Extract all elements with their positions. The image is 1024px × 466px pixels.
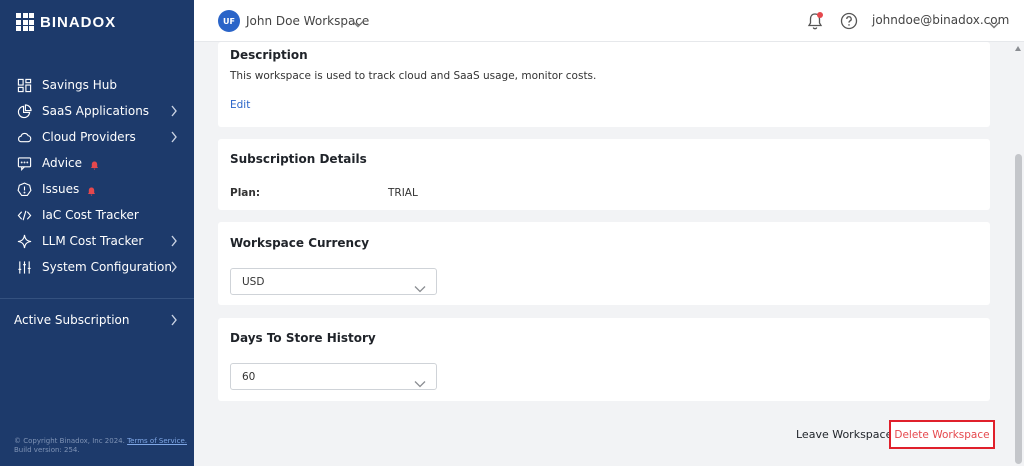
plan-value: TRIAL <box>388 187 418 199</box>
description-text: This workspace is used to track cloud an… <box>230 70 597 82</box>
workspace-avatar[interactable]: UF <box>218 10 240 32</box>
top-header: UF John Doe Workspace johndoe@binadox.co… <box>194 0 1024 42</box>
sidebar-item-label: SaaS Applications <box>42 104 150 118</box>
chevron-down-icon <box>414 278 426 293</box>
scrollbar-thumb[interactable] <box>1015 154 1022 464</box>
currency-select-value: USD <box>242 276 265 288</box>
sidebar-item-advice[interactable]: Advice <box>0 150 194 176</box>
chat-icon <box>16 155 32 171</box>
cloud-icon <box>16 129 32 145</box>
notification-bell-icon[interactable] <box>806 11 824 31</box>
description-card: Description This workspace is used to tr… <box>218 42 990 127</box>
description-title: Description <box>230 48 308 62</box>
chevron-down-icon <box>414 373 426 388</box>
subscription-details-card: Subscription Details Plan: TRIAL <box>218 139 990 210</box>
workspace-currency-title: Workspace Currency <box>230 236 370 250</box>
chevron-right-icon <box>170 235 178 247</box>
sidebar-item-label: System Configuration <box>42 260 172 274</box>
sidebar-item-label: Issues <box>42 182 80 196</box>
terms-of-service-link[interactable]: Terms of Service. <box>127 437 187 445</box>
sidebar-item-issues[interactable]: Issues <box>0 176 194 202</box>
history-days-select-value: 60 <box>242 371 256 383</box>
chevron-right-icon <box>170 261 178 273</box>
chevron-right-icon <box>170 314 178 326</box>
scroll-up-arrow-icon[interactable] <box>1015 46 1021 51</box>
sidebar-item-label: LLM Cost Tracker <box>42 234 144 248</box>
sidebar-item-iac-cost-tracker[interactable]: IaC Cost Tracker <box>0 202 194 228</box>
chevron-right-icon <box>170 131 178 143</box>
workspace-currency-card: Workspace Currency USD <box>218 222 990 305</box>
edit-description-link[interactable]: Edit <box>230 99 250 111</box>
currency-select[interactable]: USD <box>230 268 437 295</box>
code-icon <box>16 207 32 223</box>
delete-workspace-button[interactable]: Delete Workspace <box>889 420 995 449</box>
pie-chart-icon <box>16 103 32 119</box>
brand-logo[interactable]: BINADOX <box>16 13 116 31</box>
sidebar-item-savings-hub[interactable]: Savings Hub <box>0 72 194 98</box>
sidebar-footer: © Copyright Binadox, Inc 2024. Terms of … <box>14 437 187 455</box>
history-retention-card: Days To Store History 60 <box>218 318 990 401</box>
alert-bell-icon <box>87 185 96 196</box>
workspace-switcher[interactable]: John Doe Workspace <box>246 14 369 28</box>
help-icon[interactable] <box>840 12 858 30</box>
warning-icon <box>16 181 32 197</box>
sidebar-item-system-configuration[interactable]: System Configuration <box>0 254 194 280</box>
sidebar-item-label: IaC Cost Tracker <box>42 208 139 222</box>
subscription-details-title: Subscription Details <box>230 152 367 166</box>
sliders-icon <box>16 259 32 275</box>
build-version: Build version: 254. <box>14 446 80 454</box>
plan-label: Plan: <box>230 187 261 199</box>
chevron-down-icon[interactable] <box>352 14 364 28</box>
sidebar-item-label: Savings Hub <box>42 78 117 92</box>
copyright-text: © Copyright Binadox, Inc 2024. <box>14 437 125 445</box>
sidebar-nav: Savings Hub SaaS Applications Cloud Prov… <box>0 72 194 280</box>
alert-bell-icon <box>90 159 99 170</box>
sidebar-item-label: Cloud Providers <box>42 130 136 144</box>
leave-workspace-button[interactable]: Leave Workspace <box>796 428 892 441</box>
chevron-down-icon[interactable] <box>988 15 1000 29</box>
brand-name: BINADOX <box>40 13 117 31</box>
sidebar: BINADOX Savings Hub SaaS Applications Cl… <box>0 0 194 466</box>
history-retention-title: Days To Store History <box>230 331 376 345</box>
history-days-select[interactable]: 60 <box>230 363 437 390</box>
sidebar-item-active-subscription[interactable]: Active Subscription <box>14 313 180 327</box>
logo-grid-icon <box>16 13 34 31</box>
sidebar-item-llm-cost-tracker[interactable]: LLM Cost Tracker <box>0 228 194 254</box>
sidebar-item-label: Advice <box>42 156 83 170</box>
sidebar-item-cloud-providers[interactable]: Cloud Providers <box>0 124 194 150</box>
sidebar-item-saas-applications[interactable]: SaaS Applications <box>0 98 194 124</box>
dashboard-icon <box>16 77 32 93</box>
sidebar-divider <box>0 298 194 299</box>
scrollbar[interactable] <box>1012 42 1024 466</box>
sparkle-icon <box>16 233 32 249</box>
chevron-right-icon <box>170 105 178 117</box>
active-subscription-label: Active Subscription <box>14 313 130 327</box>
